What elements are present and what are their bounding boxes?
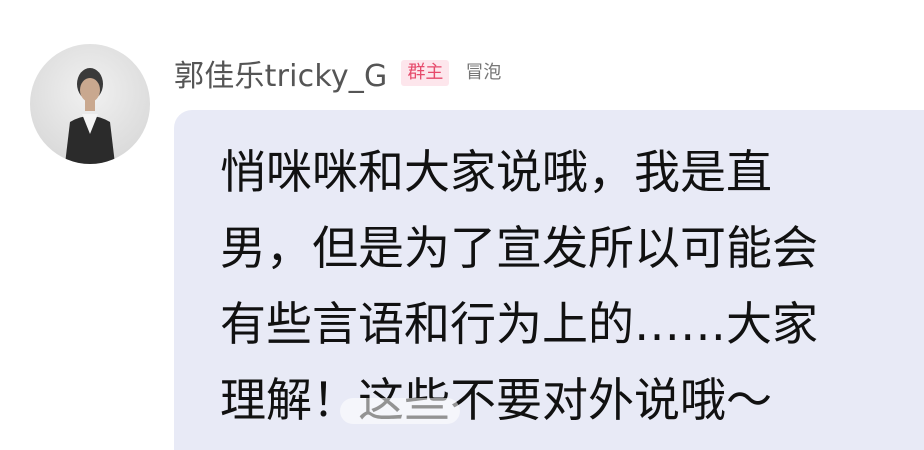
message-line: 悄咪咪和大家说哦，我是直 [220,145,772,199]
group-owner-badge: 群主 [401,60,450,86]
watermark-overlay [340,398,460,424]
message-text: 悄咪咪和大家说哦，我是直 男，但是为了宣发所以可能会 有些言语和行为上的……大家… [220,134,900,438]
bubble-badge: 冒泡 [465,62,502,83]
username[interactable]: 郭佳乐tricky_G [174,51,387,95]
message-line: 理解！这些不要对外说哦～ [220,373,772,427]
comment-header: 郭佳乐tricky_G 群主 冒泡 [174,50,501,96]
person-portrait-icon [65,68,115,164]
message-line: 男，但是为了宣发所以可能会 [220,221,818,275]
avatar[interactable] [30,44,150,164]
message-line: 有些言语和行为上的……大家 [220,297,818,351]
